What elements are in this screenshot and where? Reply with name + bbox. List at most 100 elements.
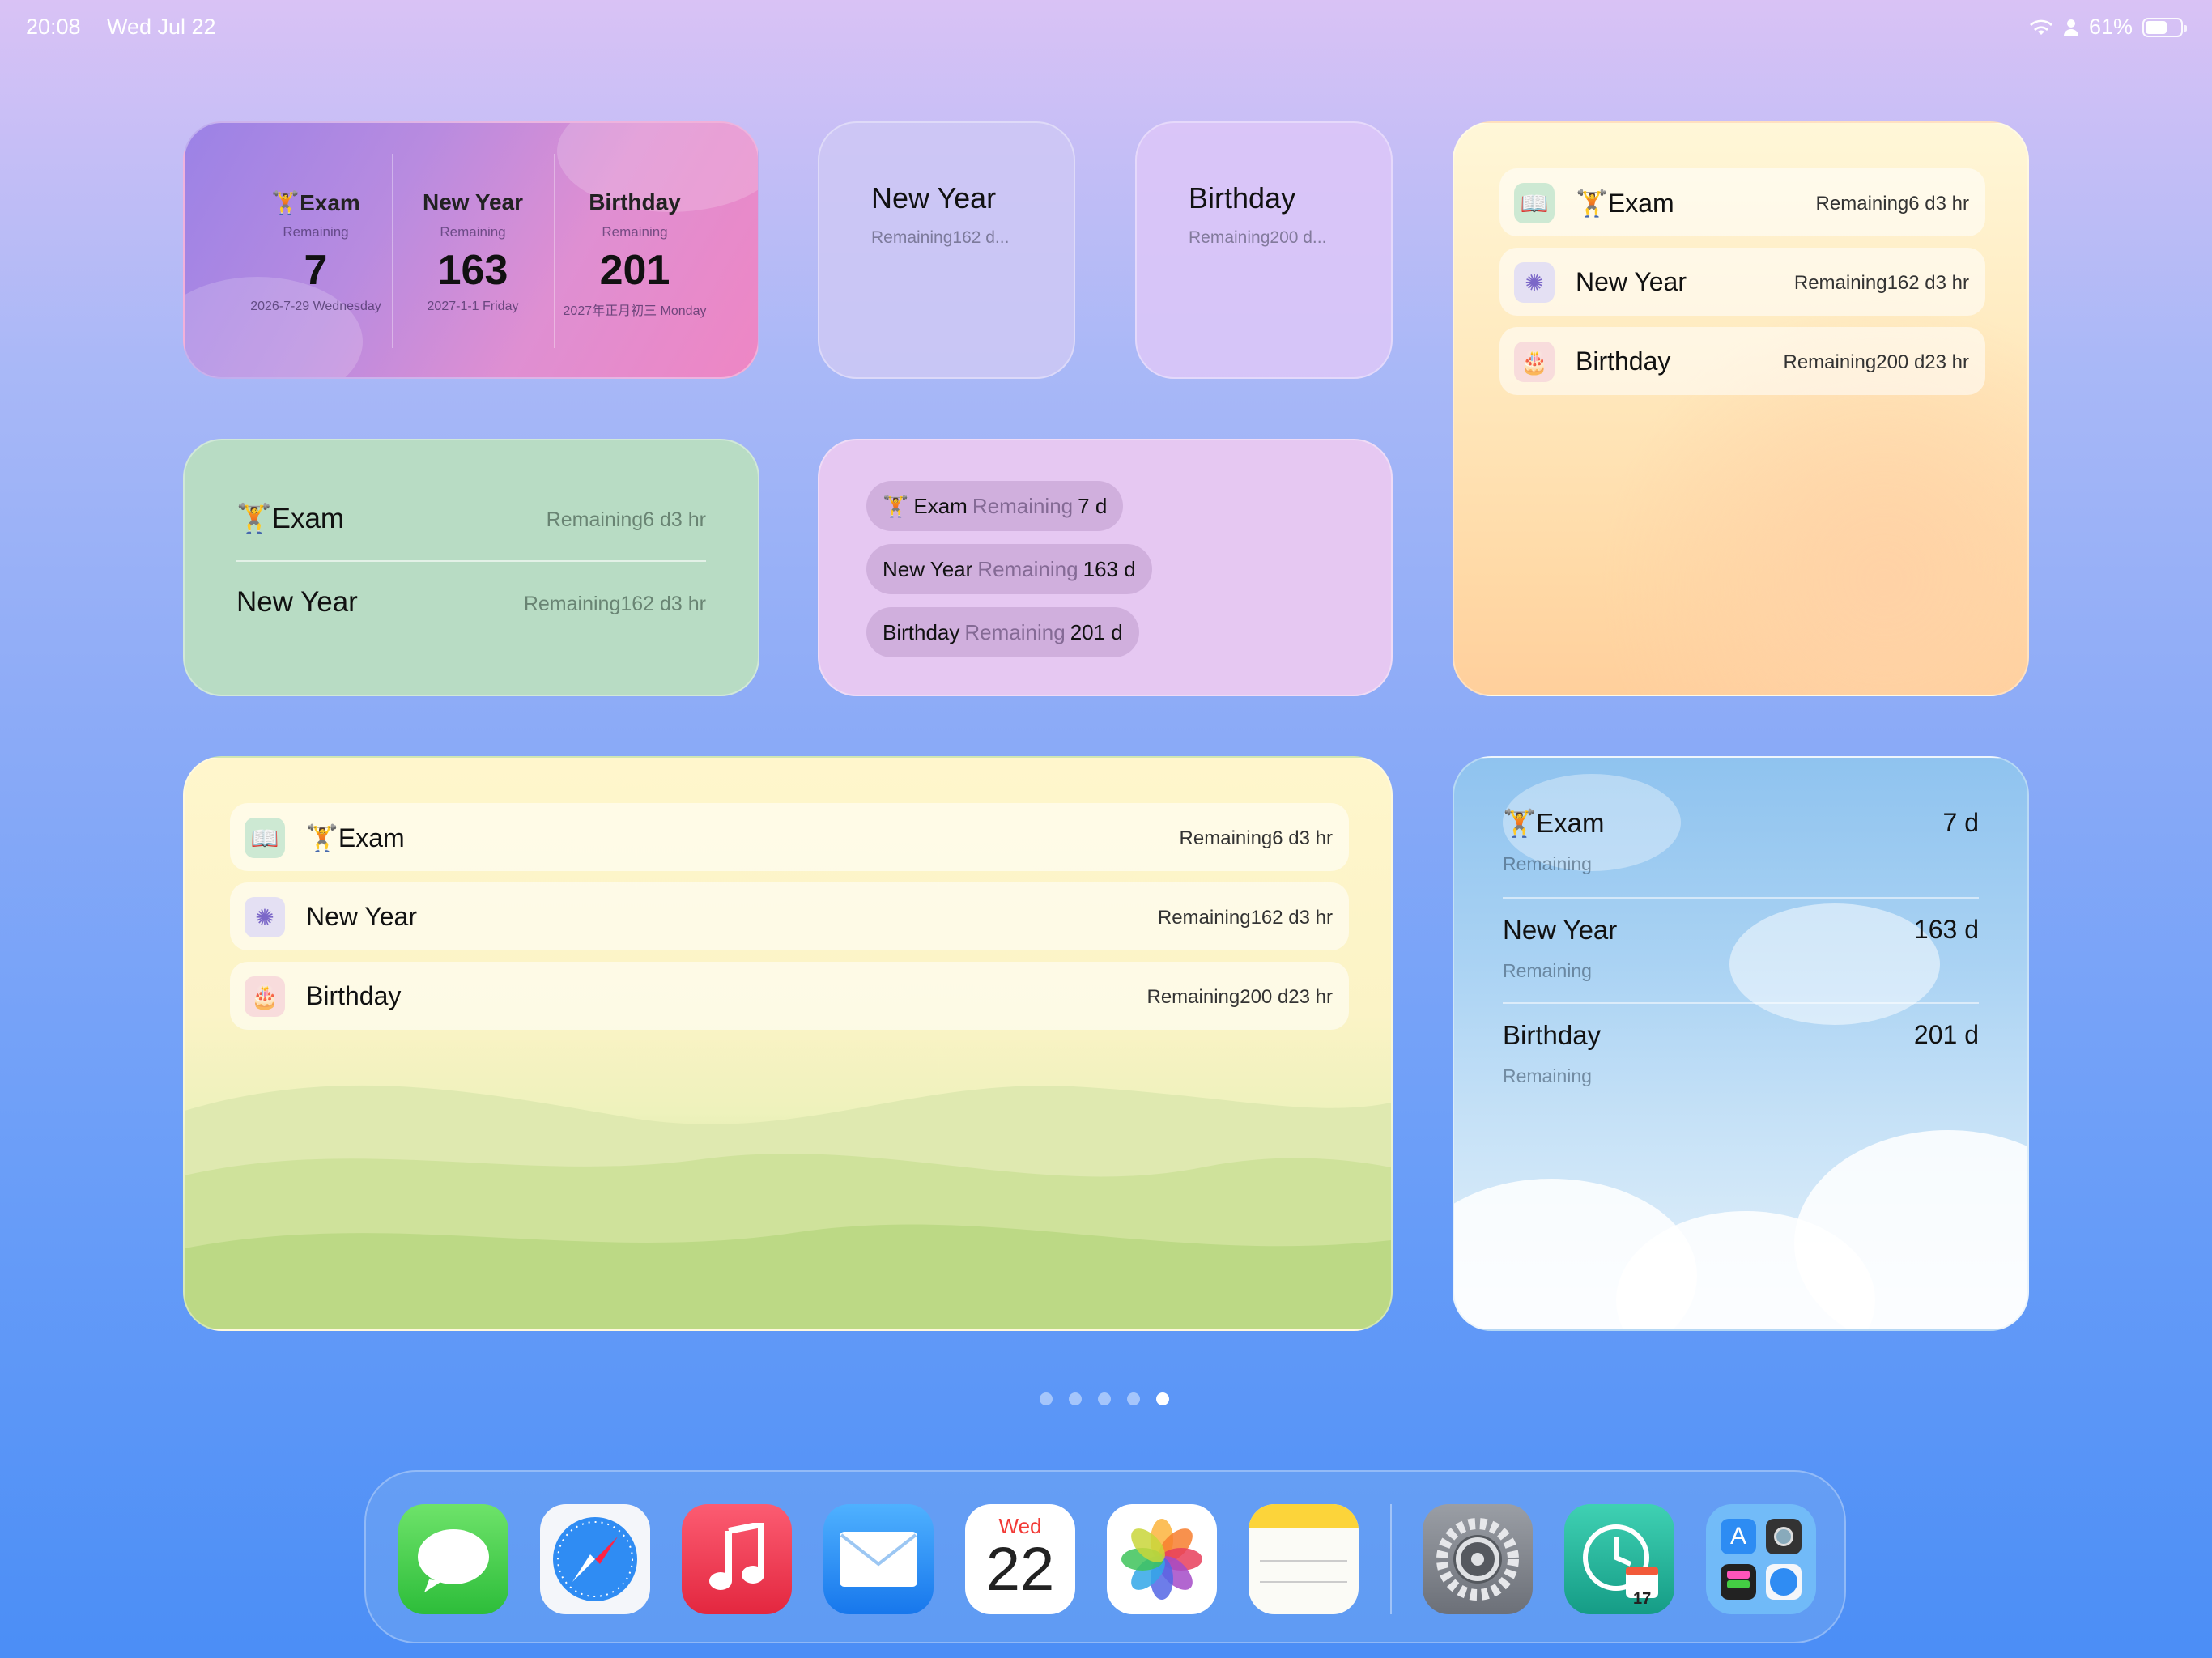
widget-green[interactable]: 🏋Exam Remaining6 d3 hr New Year Remainin… [183, 439, 759, 696]
divider [1503, 1002, 1979, 1004]
list-item: 📖 🏋Exam Remaining6 d3 hr [230, 803, 1349, 871]
status-right: 61% [2029, 15, 2187, 40]
widget-sky[interactable]: 🏋Exam 7 d Remaining New Year 163 d Remai… [1453, 756, 2029, 1331]
green-row-title: 🏋Exam [236, 503, 345, 534]
list-item-value: Remaining162 d3 hr [1793, 272, 1969, 294]
pill-name: Exam [913, 493, 968, 518]
wallet-icon [1721, 1564, 1756, 1600]
page-dot[interactable] [1098, 1392, 1111, 1405]
list-item-value: Remaining200 d23 hr [1783, 351, 1970, 373]
countdown-pill: New Year Remaining 163 d [866, 544, 1152, 594]
overview-title: Birthday [589, 189, 681, 215]
divider [236, 560, 706, 562]
overview-col-birthday: Birthday Remaining 201 2027年正月初三 Monday [554, 123, 716, 377]
widget-newyear-small[interactable]: New Year Remaining162 d... [818, 121, 1075, 379]
sky-row-number: 163 d [1913, 915, 1979, 944]
camera-icon [1766, 1519, 1802, 1554]
status-bar: 20:08 Wed Jul 22 61% [0, 11, 2212, 44]
decor-cloud [1794, 1130, 2027, 1329]
cake-icon: 🎂 [245, 976, 285, 1017]
pill-name: New Year [883, 556, 973, 581]
sky-row-title: Birthday [1503, 1020, 1602, 1050]
pill-remaining: Remaining [964, 619, 1066, 644]
messages-app-icon[interactable] [398, 1504, 508, 1614]
small-widget-subtitle: Remaining162 d... [871, 228, 1010, 247]
overview-remaining: Remaining [440, 224, 506, 240]
calendar-app-icon[interactable]: Wed 22 [965, 1504, 1075, 1614]
weightlifter-icon: 🏋 [1503, 808, 1537, 838]
list-item-title: 🏋Exam [1576, 189, 1674, 218]
book-icon: 📖 [245, 818, 285, 858]
widget-list-orange[interactable]: 📖 🏋Exam Remaining6 d3 hr ✺ New Year Rema… [1453, 121, 2029, 696]
small-widget-title: New Year [871, 181, 997, 215]
list-item-title: Birthday [306, 981, 402, 1010]
photos-app-icon[interactable] [1107, 1504, 1217, 1614]
countdown-badge: 17 [1633, 1590, 1652, 1608]
list-item-value: Remaining200 d23 hr [1146, 986, 1334, 1008]
list-item: 🎂 Birthday Remaining200 d23 hr [230, 962, 1349, 1030]
overview-date: 2027-1-1 Friday [427, 300, 519, 313]
widget-meadow[interactable]: 📖 🏋Exam Remaining6 d3 hr ✺ New Year Rema… [183, 756, 1393, 1331]
weightlifter-icon: 🏋 [306, 823, 338, 852]
page-indicator[interactable] [1040, 1392, 1169, 1405]
sky-row-remaining: Remaining [1503, 960, 1592, 981]
overview-date: 2026-7-29 Wednesday [250, 300, 381, 313]
widget-pills[interactable]: 🏋 Exam Remaining 7 d New Year Remaining … [818, 439, 1393, 696]
list-item-title: Birthday [1576, 346, 1671, 376]
small-widget-title: Birthday [1189, 181, 1296, 215]
list-item-title: New Year [306, 902, 417, 931]
music-app-icon[interactable] [682, 1504, 792, 1614]
pill-remaining: Remaining [972, 493, 1074, 518]
page-dot[interactable] [1156, 1392, 1169, 1405]
green-row-title: New Year [236, 586, 358, 618]
settings-app-icon[interactable] [1423, 1504, 1533, 1614]
list-item: 🎂 Birthday Remaining200 d23 hr [1499, 327, 1985, 395]
countdown-app-icon[interactable]: 17 [1564, 1504, 1674, 1614]
green-row-value: Remaining6 d3 hr [546, 508, 706, 531]
weightlifter-icon: 🏋 [271, 190, 300, 215]
notes-app-icon[interactable] [1249, 1504, 1359, 1614]
list-item: ✺ New Year Remaining162 d3 hr [230, 882, 1349, 950]
sky-row-title: New Year [1503, 915, 1618, 945]
list-item-value: Remaining162 d3 hr [1157, 907, 1333, 929]
overview-remaining: Remaining [602, 224, 668, 240]
weightlifter-icon: 🏋 [1576, 189, 1608, 218]
overview-col-exam: 🏋Exam Remaining 7 2026-7-29 Wednesday [235, 123, 397, 377]
pill-number: 7 d [1078, 493, 1108, 518]
meadow-hills [185, 1085, 1391, 1329]
fireworks-icon: ✺ [245, 897, 285, 937]
mail-app-icon[interactable] [823, 1504, 934, 1614]
overview-title: 🏋Exam [271, 190, 360, 215]
small-widget-subtitle: Remaining200 d... [1189, 228, 1327, 247]
pill-number: 201 d [1070, 619, 1123, 644]
safari-app-icon[interactable] [540, 1504, 650, 1614]
countdown-pill: Birthday Remaining 201 d [866, 607, 1139, 657]
decor-cloud [1729, 903, 1940, 1025]
pill-number: 163 d [1083, 556, 1136, 581]
overview-number: 7 [304, 247, 328, 294]
sky-row-number: 201 d [1913, 1020, 1979, 1049]
page-dot[interactable] [1127, 1392, 1140, 1405]
list-item-value: Remaining6 d3 hr [1179, 827, 1333, 849]
overview-number: 163 [437, 247, 508, 294]
list-item-title: 🏋Exam [306, 823, 405, 852]
sky-row-number: 7 d [1942, 808, 1979, 837]
pill-remaining: Remaining [977, 556, 1078, 581]
overview-col-newyear: New Year Remaining 163 2027-1-1 Friday [392, 123, 554, 377]
status-date: Wed Jul 22 [107, 15, 216, 39]
wifi-icon [2029, 19, 2052, 35]
weightlifter-icon: 🏋 [883, 493, 909, 518]
page-dot[interactable] [1040, 1392, 1053, 1405]
app-folder-icon[interactable]: A [1706, 1504, 1816, 1614]
widget-birthday-small[interactable]: Birthday Remaining200 d... [1135, 121, 1393, 379]
divider [1503, 897, 1979, 899]
fireworks-icon: ✺ [1514, 262, 1555, 303]
widget-overview[interactable]: 🏋Exam Remaining 7 2026-7-29 Wednesday Ne… [183, 121, 759, 379]
sky-row-remaining: Remaining [1503, 853, 1592, 874]
book-icon: 📖 [1514, 183, 1555, 223]
pill-name: Birthday [883, 619, 960, 644]
page-dot[interactable] [1069, 1392, 1082, 1405]
app-store-icon: A [1721, 1519, 1756, 1554]
list-item-title: New Year [1576, 267, 1687, 296]
weightlifter-icon: 🏋 [236, 503, 272, 534]
